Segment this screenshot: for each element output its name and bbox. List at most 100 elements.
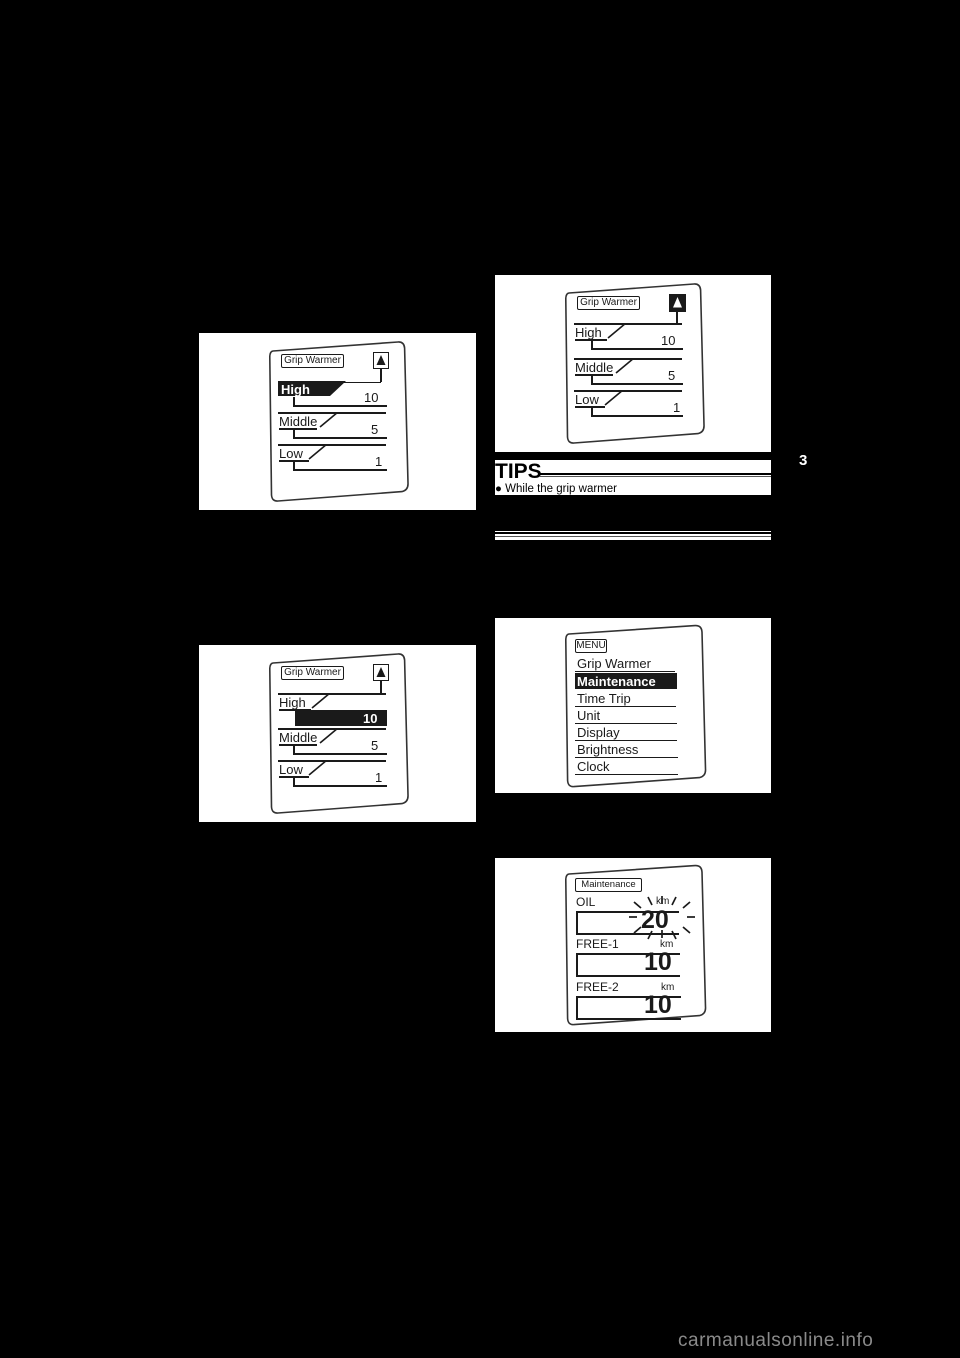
flashing-indicator-icon — [629, 896, 695, 940]
lcd-screen: Maintenance OIL km 20 FREE-1 km 10 FREE-… — [565, 864, 707, 1027]
maintenance-row-left-tick — [576, 954, 578, 976]
maintenance-row-label: FREE-1 — [576, 937, 619, 951]
figure-main-menu: MENU Grip Warmer Maintenance Time Trip U… — [495, 618, 771, 793]
row-low-value: 1 — [375, 770, 383, 785]
menu-item-label: Time Trip — [577, 691, 631, 706]
menu-item-label: Brightness — [577, 742, 639, 757]
lcd-title-text: Grip Warmer — [580, 297, 637, 308]
row-low-label: Low — [279, 446, 303, 461]
row-middle-slash — [319, 412, 339, 428]
row-low-value: 1 — [673, 400, 681, 415]
menu-item-label: Display — [577, 725, 620, 740]
menu-item-maintenance[interactable]: Maintenance — [575, 672, 679, 690]
row-high-value-rule — [591, 348, 683, 350]
row-low-slash — [308, 444, 328, 460]
row-middle-underline — [575, 374, 613, 376]
row-middle-underline — [279, 428, 317, 430]
figure-grip-warmer-confirmed: Grip Warmer High 10 Middle 5 Low 1 — [495, 275, 771, 452]
maintenance-row-value: 10 — [644, 991, 672, 1019]
maintenance-row-value: 10 — [644, 948, 672, 976]
row-middle-value-rule — [293, 437, 387, 439]
maintenance-row-label: FREE-2 — [576, 980, 619, 994]
tips-heading-rule-thin — [539, 475, 771, 477]
row-low-slash — [308, 760, 328, 776]
row-middle-value: 5 — [668, 368, 676, 383]
page-number: 3 — [799, 452, 808, 469]
lcd-screen: MENU Grip Warmer Maintenance Time Trip U… — [565, 624, 707, 789]
up-arrow-icon — [373, 664, 389, 681]
row-middle-label: Middle — [575, 360, 614, 375]
lcd-title-text: Grip Warmer — [284, 667, 341, 678]
row-high-value: 10 — [363, 711, 378, 726]
menu-item-display[interactable]: Display — [575, 724, 679, 741]
menu-item-label: Maintenance — [577, 674, 656, 689]
row-low-value-rule — [591, 415, 683, 417]
row-low-value-rule — [293, 469, 387, 471]
row-low-underline — [575, 406, 605, 408]
row-high-label: High — [279, 695, 306, 710]
tips-bottom-rules — [495, 531, 771, 540]
lcd-screen: Grip Warmer High 10 Middle 5 Low 1 — [269, 652, 409, 815]
row-middle-value: 5 — [371, 738, 379, 753]
row-high-label: High — [281, 382, 310, 397]
up-arrow-glyph — [673, 297, 682, 308]
maintenance-row-label: OIL — [576, 895, 596, 909]
row-low-label: Low — [279, 762, 303, 777]
row-middle-underline — [279, 744, 317, 746]
figure-grip-warmer-high-selected: Grip Warmer High 10 Middle 5 Low 1 — [199, 333, 476, 510]
row-high-slash — [311, 693, 331, 709]
lcd-title-text: Grip Warmer — [284, 355, 341, 366]
row-low-value-rule — [293, 785, 387, 787]
menu-item-rule — [575, 773, 678, 775]
tips-body-text: ● While the grip warmer — [495, 483, 617, 495]
menu-item-clock[interactable]: Clock — [575, 758, 679, 775]
row-high-rule — [330, 381, 381, 384]
menu-item-label: Clock — [577, 759, 610, 774]
arrow-connector — [380, 369, 382, 382]
row-low-slash — [604, 390, 624, 406]
row-high-value-rule — [293, 405, 387, 407]
lcd-screen: Grip Warmer High 10 Middle 5 Low 1 — [565, 282, 705, 445]
lcd-title-chip: Grip Warmer — [577, 296, 640, 310]
figure-grip-warmer-value-selected: Grip Warmer High 10 Middle 5 Low 1 — [199, 645, 476, 822]
menu-item-label: Unit — [577, 708, 601, 723]
menu-item-brightness[interactable]: Brightness — [575, 741, 679, 758]
lcd-title-chip: Grip Warmer — [281, 666, 344, 680]
row-high-value: 10 — [661, 333, 676, 348]
tips-section: TIPS ● While the grip warmer — [495, 460, 771, 496]
maintenance-row-left-tick — [576, 997, 578, 1019]
menu-item-time-trip[interactable]: Time Trip — [575, 690, 679, 707]
maintenance-row-left-tick — [576, 912, 578, 934]
row-middle-label: Middle — [279, 730, 318, 745]
row-high-label: High — [575, 325, 602, 340]
row-middle-slash — [615, 358, 635, 374]
row-high-value: 10 — [364, 390, 379, 405]
tips-bottom-rule-thin — [495, 535, 771, 537]
row-middle-value-rule — [293, 753, 387, 755]
row-middle-slash — [319, 728, 339, 744]
lcd-title-text: MENU — [576, 640, 606, 651]
lcd-title-chip: Grip Warmer — [281, 354, 344, 368]
lcd-title-chip: Maintenance — [575, 878, 642, 892]
tips-bottom-rule-thick — [495, 532, 771, 535]
up-arrow-icon — [373, 352, 389, 369]
menu-item-grip-warmer[interactable]: Grip Warmer — [575, 655, 677, 672]
up-arrow-icon — [669, 294, 686, 312]
row-high-slash — [607, 323, 627, 339]
content-mask-tips — [495, 495, 771, 533]
row-low-value: 1 — [375, 454, 383, 469]
row-middle-value: 5 — [371, 422, 379, 437]
row-high-highlight-tail — [330, 381, 346, 396]
menu-item-unit[interactable]: Unit — [575, 707, 679, 724]
menu-item-label: Grip Warmer — [577, 656, 651, 671]
up-arrow-glyph — [376, 667, 386, 677]
up-arrow-glyph — [376, 355, 386, 365]
row-middle-label: Middle — [279, 414, 318, 429]
lcd-title-chip: MENU — [575, 639, 607, 653]
site-watermark: carmanualsonline.info — [678, 1330, 874, 1351]
lcd-screen: Grip Warmer High 10 Middle 5 Low 1 — [269, 340, 409, 503]
lcd-title-text: Maintenance — [581, 879, 636, 891]
row-low-label: Low — [575, 392, 599, 407]
figure-maintenance: Maintenance OIL km 20 FREE-1 km 10 FREE-… — [495, 858, 771, 1032]
tips-heading: TIPS — [495, 460, 542, 483]
